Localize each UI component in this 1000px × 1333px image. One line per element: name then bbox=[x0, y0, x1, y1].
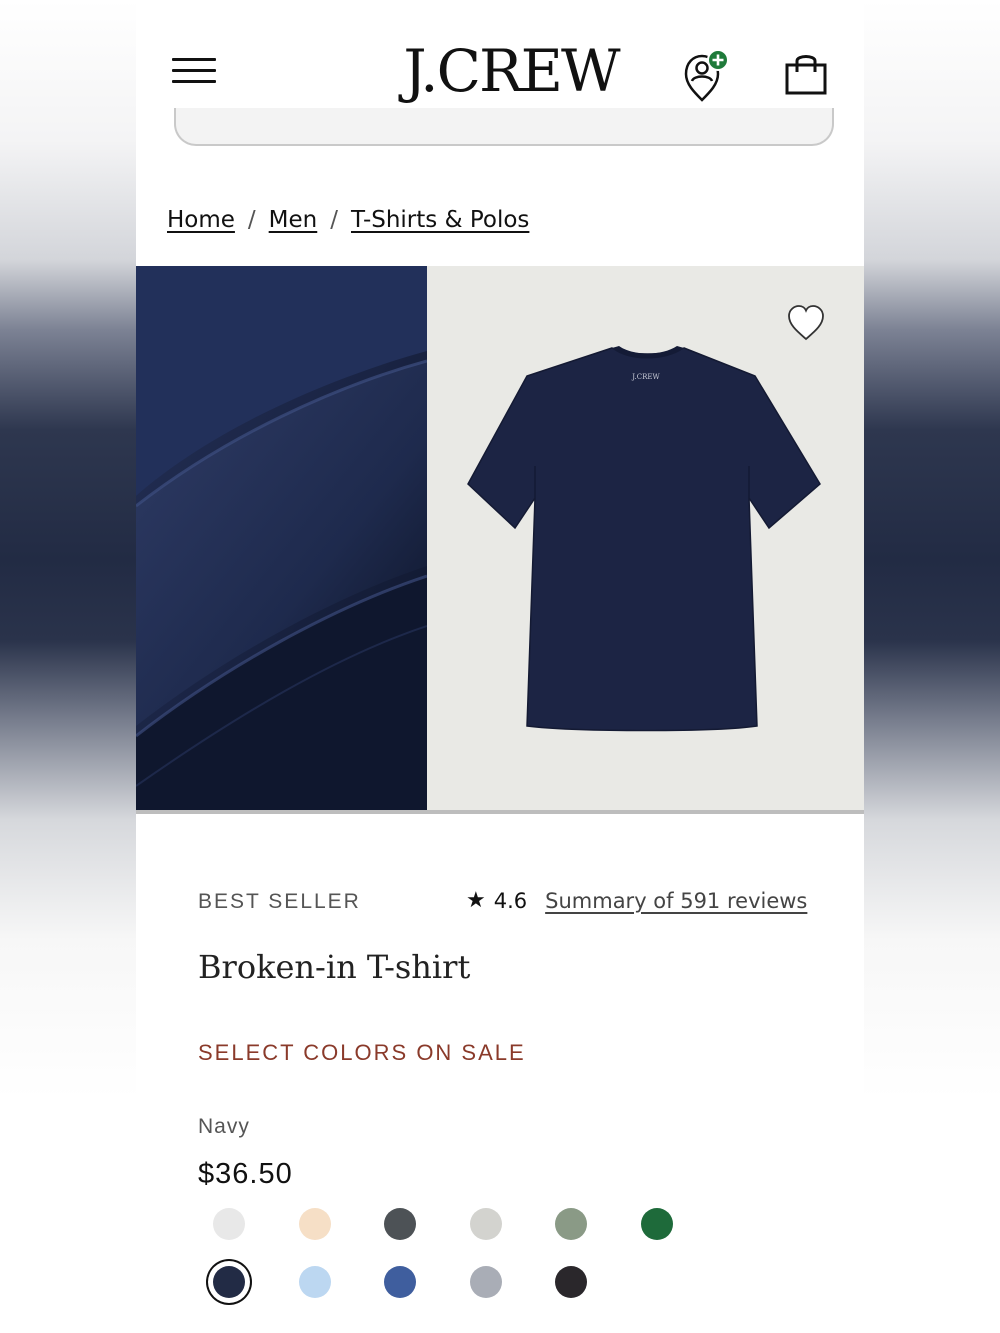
color-swatch[interactable] bbox=[555, 1208, 587, 1240]
gallery-progress-bar bbox=[136, 810, 864, 814]
shirt-label: J.CREW bbox=[631, 373, 660, 381]
fabric-closeup-image[interactable] bbox=[136, 266, 427, 810]
selected-color-label: Navy bbox=[198, 1115, 250, 1138]
jcrew-logo[interactable]: J.CREW bbox=[366, 36, 656, 106]
color-swatch[interactable] bbox=[213, 1266, 245, 1298]
color-swatch[interactable] bbox=[640, 1208, 673, 1240]
color-swatch[interactable] bbox=[384, 1208, 416, 1240]
color-swatch[interactable] bbox=[469, 1266, 502, 1298]
heart-outline-icon[interactable] bbox=[786, 304, 826, 342]
color-swatch[interactable] bbox=[469, 1208, 502, 1240]
color-swatch[interactable] bbox=[213, 1208, 245, 1240]
color-swatch[interactable] bbox=[298, 1208, 331, 1240]
search-bar[interactable] bbox=[174, 108, 834, 146]
breadcrumb: Home / Men / T-Shirts & Polos bbox=[167, 200, 529, 240]
breadcrumb-separator: / bbox=[247, 207, 256, 233]
star-icon: ★ bbox=[466, 888, 486, 913]
color-swatch[interactable] bbox=[298, 1266, 331, 1298]
product-title: Broken-in T-shirt bbox=[198, 948, 471, 986]
breadcrumb-men[interactable]: Men bbox=[269, 207, 318, 233]
sale-notice: SELECT COLORS ON SALE bbox=[198, 1040, 526, 1065]
breadcrumb-home[interactable]: Home bbox=[167, 207, 235, 233]
breadcrumb-separator: / bbox=[330, 207, 338, 233]
account-add-icon[interactable] bbox=[680, 48, 736, 104]
breadcrumb-tshirts-polos[interactable]: T-Shirts & Polos bbox=[351, 207, 529, 233]
best-seller-badge: BEST SELLER bbox=[198, 890, 361, 913]
product-main-image[interactable]: J.CREW bbox=[427, 266, 864, 810]
color-swatch[interactable] bbox=[555, 1266, 587, 1298]
hamburger-menu-icon[interactable] bbox=[172, 56, 216, 86]
shopping-bag-icon[interactable] bbox=[784, 52, 828, 96]
product-page: J.CREW Home / Men / T-Shirts & Polos J.C… bbox=[136, 0, 864, 1333]
color-swatch[interactable] bbox=[384, 1266, 416, 1298]
rating-score: 4.6 bbox=[493, 888, 528, 913]
reviews-summary-link[interactable]: Summary of 591 reviews bbox=[545, 889, 807, 913]
product-rating: ★ 4.6 Summary of 591 reviews bbox=[466, 888, 807, 913]
product-price: $36.50 bbox=[198, 1158, 293, 1190]
